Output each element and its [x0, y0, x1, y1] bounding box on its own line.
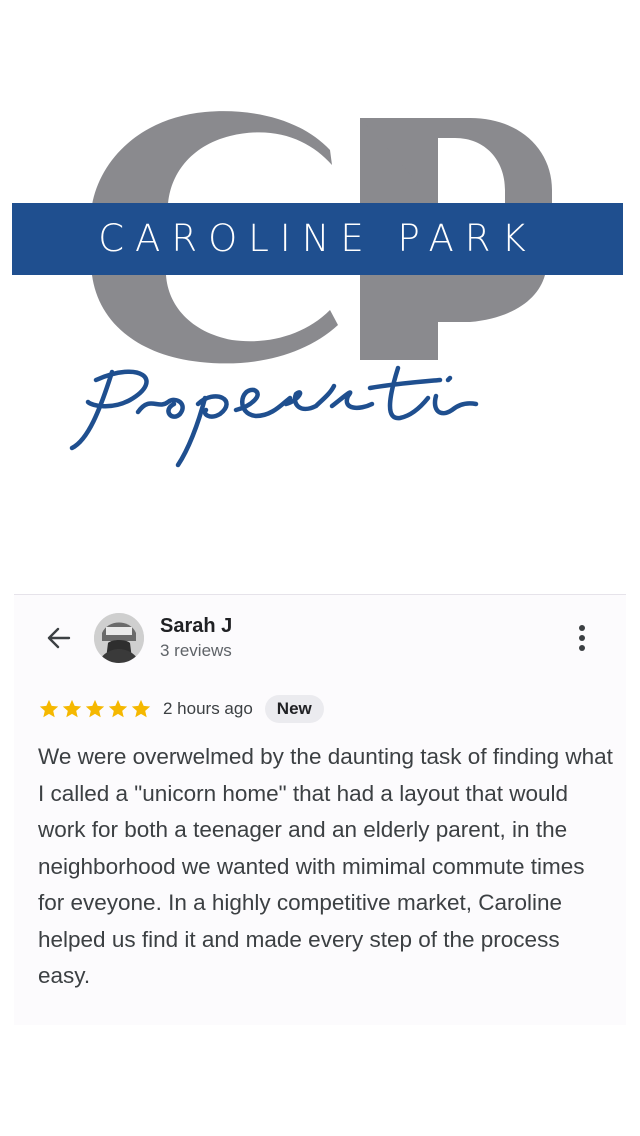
reviewer-name[interactable]: Sarah J [160, 615, 232, 638]
new-badge: New [264, 695, 324, 723]
star-filled-icon [85, 699, 105, 718]
star-filled-icon [108, 699, 128, 718]
rating-row: 2 hours ago New [38, 695, 324, 723]
more-options-button[interactable] [570, 621, 594, 655]
arrow-left-icon [47, 627, 71, 649]
avatar-image [94, 613, 144, 663]
page: CAROLINE PARK Sarah J 3 reviews 2 hours … [0, 0, 640, 1136]
star-filled-icon [39, 699, 59, 718]
back-button[interactable] [42, 621, 76, 655]
logo-brand-name: CAROLINE PARK [98, 217, 537, 260]
star-rating [38, 695, 153, 723]
review-time: 2 hours ago [163, 699, 253, 718]
reviewer-review-count: 3 reviews [160, 641, 232, 660]
review-text: We were overwelmed by the daunting task … [38, 744, 613, 988]
logo-banner: CAROLINE PARK [12, 203, 623, 275]
reviewer-avatar[interactable] [94, 613, 144, 663]
star-filled-icon [131, 699, 151, 718]
review-card: Sarah J 3 reviews 2 hours ago New We wer… [14, 594, 626, 1025]
more-vertical-icon [579, 625, 585, 651]
star-filled-icon [62, 699, 82, 718]
company-logo: CAROLINE PARK [0, 0, 640, 500]
